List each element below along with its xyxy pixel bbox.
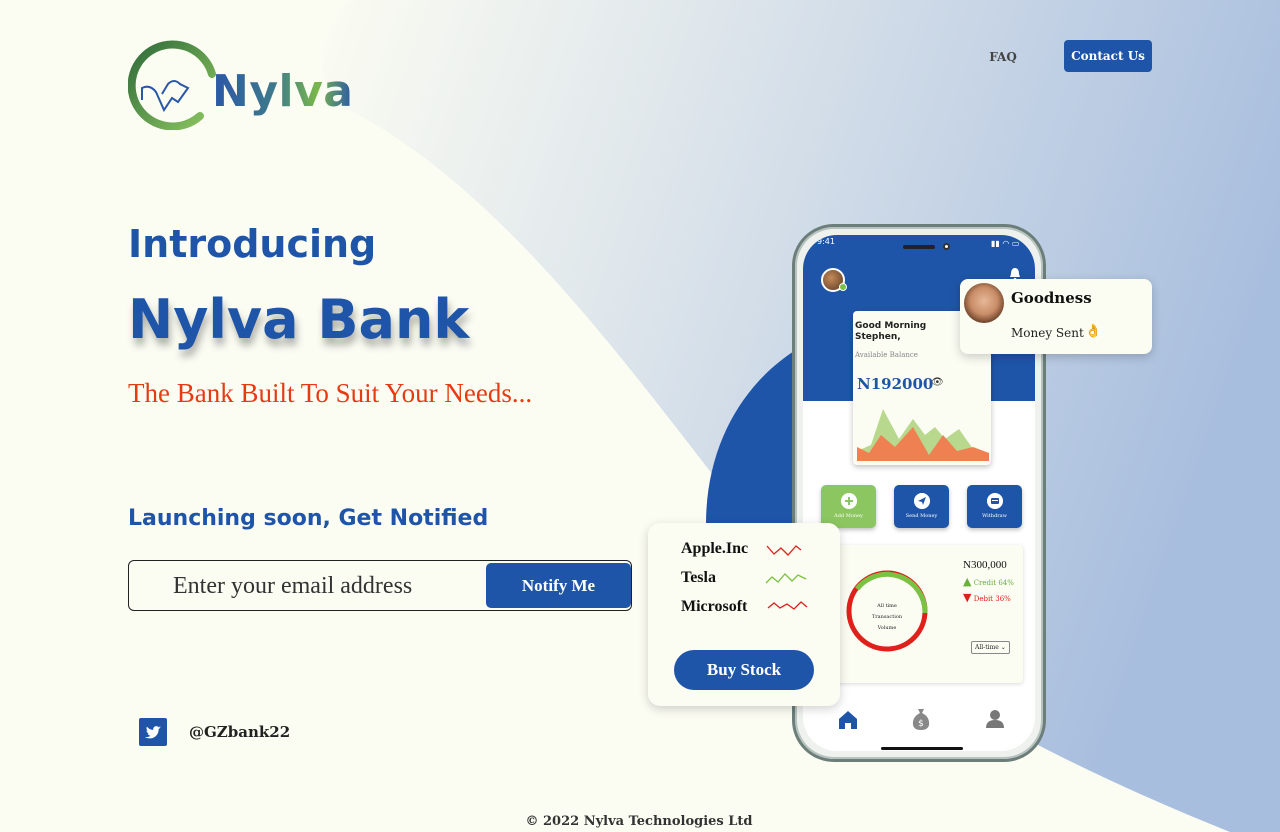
add-money-label: Add Money <box>834 513 863 519</box>
svg-text:$: $ <box>918 719 924 729</box>
home-icon[interactable] <box>837 709 859 731</box>
email-input[interactable] <box>173 570 473 602</box>
available-balance-label: Available Balance <box>855 351 918 359</box>
volume-amount: N300,000 <box>963 559 1007 571</box>
stocks-card: Apple.Inc Tesla Microsoft Buy Stock <box>648 523 840 706</box>
stock-name-apple: Apple.Inc <box>681 540 749 557</box>
online-indicator <box>839 283 847 291</box>
greeting-line1: Good Morning <box>855 321 927 331</box>
greeting-line2: Stephen, <box>855 332 901 342</box>
status-time: 9:41 <box>817 237 835 246</box>
notify-me-button[interactable]: Notify Me <box>486 563 631 608</box>
hero-intro: Introducing <box>128 222 377 266</box>
brand-logo[interactable]: Nylva <box>128 40 368 132</box>
trend-down-icon <box>767 601 808 610</box>
phone-notch <box>903 245 935 249</box>
time-filter-select[interactable]: All-time ⌄ <box>971 641 1010 654</box>
time-filter-value: All-time <box>975 644 999 651</box>
footer-copyright: © 2022 Nylva Technologies Ltd <box>525 814 753 829</box>
transaction-volume-card: All time Transaction Volume N300,000 ▲ C… <box>821 545 1023 683</box>
add-money-button[interactable]: Add Money <box>821 485 876 528</box>
camera-icon <box>943 243 950 250</box>
twitter-handle[interactable]: @GZbank22 <box>189 723 290 741</box>
eye-icon[interactable]: 👁 <box>931 377 944 388</box>
debit-label: Debit <box>973 595 993 603</box>
balance-amount: N192000 <box>857 375 934 393</box>
balance-area-chart <box>857 409 989 461</box>
debit-stat: ▼ Debit 36% <box>963 591 1011 604</box>
credit-percent: 64% <box>998 579 1014 587</box>
stock-name-microsoft: Microsoft <box>681 598 748 615</box>
hero-title: Nylva Bank <box>128 288 470 351</box>
notification-message: Money Sent <box>1011 326 1084 340</box>
withdraw-button[interactable]: Withdraw <box>967 485 1022 528</box>
status-icons: ▮▮ ◠ ▭ <box>991 239 1020 248</box>
stock-name-tesla: Tesla <box>681 569 716 586</box>
triangle-up-icon: ▲ <box>963 575 972 588</box>
greeting: Good Morning Stephen, <box>855 321 926 343</box>
contact-us-button[interactable]: Contact Us <box>1064 40 1152 72</box>
volume-center-line2: Transaction <box>871 614 903 620</box>
money-sent-notification: Goodness Money Sent 👌 <box>960 279 1152 354</box>
volume-center-line3: Volume <box>877 625 897 631</box>
brand-name: Nylva <box>212 66 354 117</box>
withdraw-label: Withdraw <box>982 513 1007 519</box>
triangle-down-icon: ▼ <box>963 591 972 604</box>
add-icon <box>840 493 857 509</box>
send-money-label: Send Money <box>905 513 938 519</box>
send-money-button[interactable]: Send Money <box>894 485 949 528</box>
send-icon <box>913 493 930 509</box>
home-indicator <box>881 747 963 750</box>
email-signup-form: Notify Me <box>128 560 632 611</box>
contact-avatar <box>964 283 1004 323</box>
logo-ring-icon <box>128 40 216 130</box>
hero-tagline: The Bank Built To Suit Your Needs... <box>128 378 533 408</box>
buy-stock-button[interactable]: Buy Stock <box>674 650 814 690</box>
wallet-icon <box>986 493 1003 509</box>
debit-percent: 36% <box>995 595 1011 603</box>
volume-center-line1: All time <box>877 603 897 609</box>
money-bag-icon[interactable]: $ <box>911 707 931 731</box>
trend-up-icon <box>765 573 807 584</box>
ok-hand-icon: 👌 <box>1085 324 1102 339</box>
profile-icon[interactable] <box>985 709 1005 729</box>
credit-stat: ▲ Credit 64% <box>963 575 1014 588</box>
credit-label: Credit <box>973 579 997 587</box>
twitter-icon[interactable] <box>139 718 167 746</box>
launch-heading: Launching soon, Get Notified <box>128 506 489 531</box>
contact-name: Goodness <box>1011 289 1092 307</box>
volume-center-label: All time Transaction Volume <box>855 601 919 634</box>
nav-faq-link[interactable]: FAQ <box>980 48 1026 66</box>
trend-down-icon <box>766 545 802 556</box>
